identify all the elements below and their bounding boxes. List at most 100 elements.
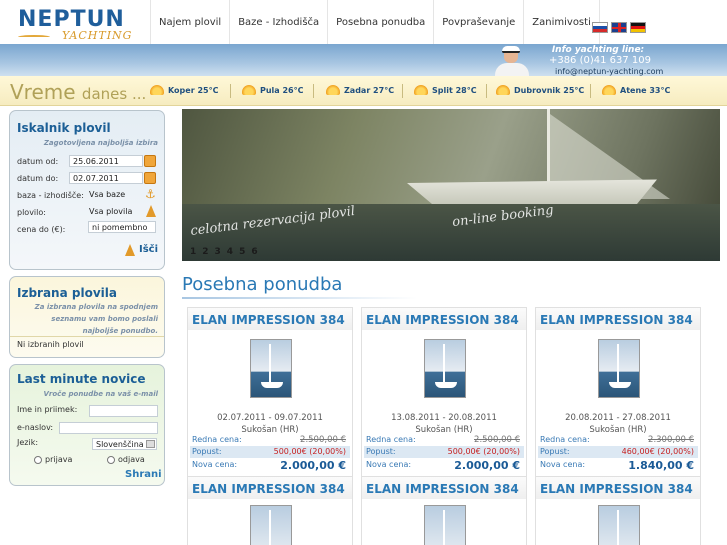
new-price-value: 2.000,00 €	[454, 459, 520, 472]
anchor-icon: ⚓	[145, 187, 156, 201]
save-button[interactable]: Shrani	[125, 469, 162, 480]
regular-price-label: Redna cena:	[540, 435, 590, 444]
date-to-input[interactable]: 02.07.2011	[69, 172, 143, 184]
offer-card[interactable]: ELAN IMPRESSION 384 20.08.2011 - 27.08.2…	[535, 307, 701, 502]
weather-divider	[402, 84, 403, 98]
logo-sub-text: YACHTING	[62, 29, 133, 42]
price-label: cena do (€):	[17, 225, 66, 234]
discount-value: 460,00€ (20,00%)	[621, 447, 694, 456]
regular-price-row: Redna cena: 2.500,00 €	[190, 434, 350, 446]
unsubscribe-radio[interactable]	[107, 456, 115, 464]
search-sail-icon	[125, 244, 135, 256]
new-price-value: 1.840,00 €	[628, 459, 694, 472]
nav-baze-izhodisca[interactable]: Baze - Izhodišča	[229, 0, 327, 44]
selected-title: Izbrana plovila	[17, 286, 117, 300]
pager-6[interactable]: 6	[251, 247, 257, 257]
offer-card[interactable]: ELAN IMPRESSION 384	[535, 476, 701, 545]
offer-card[interactable]: ELAN IMPRESSION 384 13.08.2011 - 20.08.2…	[361, 307, 527, 502]
info-email[interactable]: info@neptun-yachting.com	[555, 67, 663, 76]
new-price-label: Nova cena:	[366, 460, 412, 469]
discount-label: Popust:	[366, 447, 396, 456]
weather-city: Koper 25°C	[150, 85, 218, 95]
newsletter-title: Last minute novice	[17, 372, 146, 386]
pager-4[interactable]: 4	[227, 247, 233, 257]
partly-cloudy-icon	[602, 85, 616, 95]
german-flag-icon[interactable]	[630, 22, 646, 33]
weather-divider	[230, 84, 231, 98]
subscribe-radio[interactable]	[34, 456, 42, 464]
selected-note: Za izbrana plovila na spodnjem seznamu v…	[34, 303, 158, 335]
info-line-title: Info yachting line:	[551, 45, 645, 55]
dropdown-arrow-icon[interactable]	[146, 440, 155, 448]
pager-5[interactable]: 5	[239, 247, 245, 257]
weather-city: Zadar 27°C	[326, 85, 394, 95]
discount-row: Popust: 500,00€ (20,00%)	[190, 446, 350, 458]
unsubscribe-label: odjava	[118, 455, 145, 464]
pager-2[interactable]: 2	[202, 247, 208, 257]
email-input[interactable]	[59, 422, 158, 434]
regular-price-value: 2.300,00 €	[648, 435, 694, 445]
offer-title[interactable]: ELAN IMPRESSION 384	[362, 308, 526, 330]
newsletter-note: Vroče ponudbe na vaš e-mail	[43, 390, 158, 398]
offer-title[interactable]: ELAN IMPRESSION 384	[188, 308, 352, 330]
partly-cloudy-icon	[496, 85, 510, 95]
yacht-thumbnail[interactable]	[598, 505, 640, 545]
yacht-thumbnail[interactable]	[424, 339, 466, 398]
offer-title[interactable]: ELAN IMPRESSION 384	[362, 477, 526, 499]
nav-najem-plovil[interactable]: Najem plovil	[150, 0, 229, 44]
new-price-row: Nova cena: 2.000,00 €	[190, 459, 350, 473]
sail-icon	[146, 205, 156, 217]
pager-3[interactable]: 3	[215, 247, 221, 257]
yacht-thumbnail[interactable]	[250, 505, 292, 545]
email-label: e-naslov:	[17, 423, 54, 432]
logo[interactable]: NEPTUN YACHTING	[0, 0, 150, 46]
calendar-icon[interactable]	[144, 155, 156, 167]
search-subtitle: Zagotovljena najboljša izbira	[43, 139, 158, 147]
yacht-thumbnail[interactable]	[598, 339, 640, 398]
english-flag-icon[interactable]	[611, 22, 627, 33]
selected-vessels-panel: Izbrana plovila Za izbrana plovila na sp…	[9, 276, 165, 358]
weather-city: Atene 33°C	[602, 85, 670, 95]
weather-city-label: Dubrovnik 25°C	[514, 85, 585, 95]
captain-image	[490, 44, 534, 78]
offer-title[interactable]: ELAN IMPRESSION 384	[188, 477, 352, 499]
offer-card[interactable]: ELAN IMPRESSION 384	[187, 476, 353, 545]
pager-1[interactable]: 1	[190, 247, 196, 257]
name-input[interactable]	[89, 405, 158, 417]
offer-title[interactable]: ELAN IMPRESSION 384	[536, 477, 700, 499]
newsletter-panel: Last minute novice Vroče ponudbe na vaš …	[9, 364, 165, 486]
offer-card[interactable]: ELAN IMPRESSION 384	[361, 476, 527, 545]
info-phone: +386 (0)41 637 109	[548, 55, 652, 66]
search-title: Iskalnik plovil	[17, 121, 111, 135]
weather-city-label: Pula 26°C	[260, 85, 304, 95]
weather-city-label: Atene 33°C	[620, 85, 671, 95]
calendar-icon[interactable]	[144, 172, 156, 184]
discount-value: 500,00€ (20,00%)	[273, 447, 346, 456]
price-input[interactable]: ni pomembno	[88, 221, 156, 233]
base-select[interactable]: Vsa baze	[86, 189, 144, 201]
language-label: Jezik:	[17, 438, 39, 447]
discount-row: Popust: 500,00€ (20,00%)	[364, 446, 524, 458]
vessel-select[interactable]: Vsa plovila	[86, 206, 144, 218]
vessel-label: plovilo:	[17, 208, 46, 217]
weather-divider	[313, 84, 314, 98]
yacht-thumbnail[interactable]	[424, 505, 466, 545]
offer-card[interactable]: ELAN IMPRESSION 384 02.07.2011 - 09.07.2…	[187, 307, 353, 502]
slovenian-flag-icon[interactable]	[592, 22, 608, 33]
nav-povprasevanje[interactable]: Povpraševanje	[433, 0, 523, 44]
discount-value: 500,00€ (20,00%)	[447, 447, 520, 456]
weather-city: Pula 26°C	[242, 85, 304, 95]
nav-zanimivosti[interactable]: Zanimivosti	[523, 0, 600, 44]
new-price-row: Nova cena: 1.840,00 €	[538, 459, 698, 473]
yacht-thumbnail[interactable]	[250, 339, 292, 398]
regular-price-row: Redna cena: 2.300,00 €	[538, 434, 698, 446]
weather-city-label: Zadar 27°C	[344, 85, 395, 95]
date-from-input[interactable]: 25.06.2011	[69, 155, 143, 167]
search-button[interactable]: Išči	[139, 244, 158, 255]
base-label: baza - izhodišče:	[17, 191, 84, 200]
discount-label: Popust:	[540, 447, 570, 456]
subscribe-label: prijava	[45, 455, 73, 464]
offer-title[interactable]: ELAN IMPRESSION 384	[536, 308, 700, 330]
weather-title-main: Vreme	[10, 80, 76, 104]
nav-posebna-ponudba[interactable]: Posebna ponudba	[327, 0, 433, 44]
